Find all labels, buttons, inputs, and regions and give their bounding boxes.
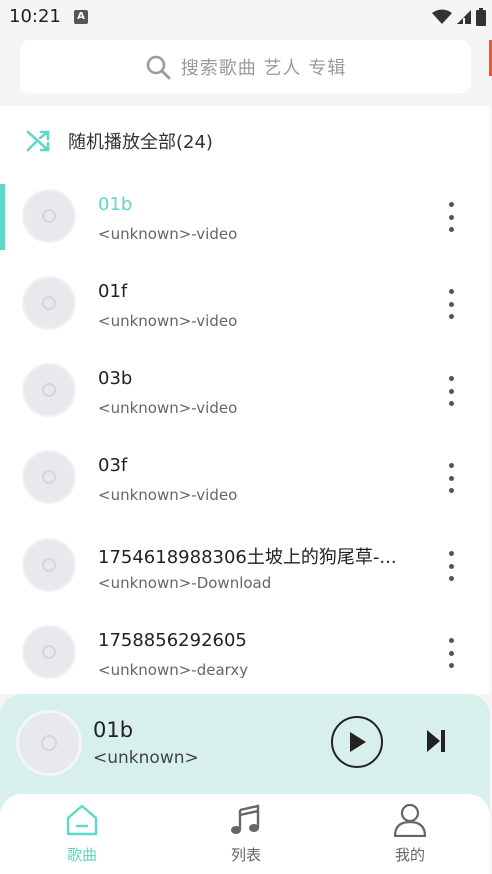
album-art bbox=[22, 276, 76, 330]
song-subtitle: <unknown>-video bbox=[98, 486, 238, 504]
song-item[interactable]: 01f <unknown>-video bbox=[0, 271, 490, 358]
more-options-icon[interactable] bbox=[440, 376, 462, 406]
now-playing-art bbox=[16, 710, 82, 776]
now-playing-artist: <unknown> bbox=[93, 748, 199, 768]
more-options-icon[interactable] bbox=[440, 551, 462, 581]
song-item[interactable]: 01b <unknown>-video bbox=[0, 184, 490, 271]
status-bar: 10:21 A bbox=[0, 0, 492, 34]
search-icon bbox=[145, 54, 171, 80]
search-input[interactable]: 搜索歌曲 艺人 专辑 bbox=[20, 40, 471, 93]
tab-mine-label: 我的 bbox=[394, 846, 425, 864]
album-art bbox=[22, 363, 76, 417]
song-title: 01f bbox=[98, 281, 128, 302]
play-button[interactable] bbox=[331, 716, 383, 768]
status-time: 10:21 bbox=[9, 6, 61, 27]
more-options-icon[interactable] bbox=[440, 463, 462, 493]
song-item[interactable]: 03b <unknown>-video bbox=[0, 358, 490, 445]
song-title: 1758856292605 bbox=[98, 630, 247, 651]
shuffle-icon bbox=[26, 129, 52, 153]
bottom-nav: 歌曲 列表 我的 bbox=[0, 794, 490, 874]
song-item[interactable]: 1754618988306土坡上的狗尾草-... <unknown>-Downl… bbox=[0, 533, 490, 620]
song-subtitle: <unknown>-dearxy bbox=[98, 661, 249, 679]
tab-songs-label: 歌曲 bbox=[66, 846, 97, 864]
signal-icon bbox=[457, 10, 471, 24]
battery-icon bbox=[476, 8, 486, 26]
song-title: 01b bbox=[98, 194, 133, 215]
song-subtitle: <unknown>-video bbox=[98, 225, 238, 243]
search-area: 搜索歌曲 艺人 专辑 bbox=[0, 34, 492, 106]
playing-indicator bbox=[0, 184, 5, 250]
tab-songs[interactable]: 歌曲 bbox=[32, 802, 132, 865]
song-subtitle: <unknown>-video bbox=[98, 399, 238, 417]
tab-list[interactable]: 列表 bbox=[196, 802, 296, 865]
person-icon bbox=[360, 802, 460, 838]
tab-list-label: 列表 bbox=[230, 846, 261, 864]
more-options-icon[interactable] bbox=[440, 289, 462, 319]
album-art bbox=[22, 189, 76, 243]
album-art bbox=[22, 538, 76, 592]
shuffle-all-button[interactable]: 随机播放全部(24) bbox=[0, 106, 490, 176]
song-subtitle: <unknown>-video bbox=[98, 312, 238, 330]
shuffle-label: 随机播放全部(24) bbox=[68, 132, 213, 153]
song-list-panel: 随机播放全部(24) 01b <unknown>-video 01f <unkn… bbox=[0, 106, 490, 694]
song-title: 1754618988306土坡上的狗尾草-... bbox=[98, 547, 397, 568]
song-subtitle: <unknown>-Download bbox=[98, 574, 272, 592]
home-icon bbox=[32, 802, 132, 838]
play-icon bbox=[350, 732, 366, 752]
skip-next-icon bbox=[427, 730, 445, 752]
status-icons bbox=[432, 8, 486, 26]
album-art bbox=[22, 450, 76, 504]
now-playing-title: 01b bbox=[93, 718, 134, 742]
song-title: 03b bbox=[98, 368, 133, 389]
more-options-icon[interactable] bbox=[440, 638, 462, 668]
music-note-icon bbox=[196, 802, 296, 838]
more-options-icon[interactable] bbox=[440, 202, 462, 232]
next-button[interactable] bbox=[425, 728, 447, 754]
notification-icon: A bbox=[74, 10, 88, 24]
search-placeholder: 搜索歌曲 艺人 专辑 bbox=[180, 57, 347, 79]
album-art bbox=[22, 625, 76, 679]
wifi-icon bbox=[432, 9, 452, 24]
song-title: 03f bbox=[98, 455, 128, 476]
tab-mine[interactable]: 我的 bbox=[360, 802, 460, 865]
song-item[interactable]: 03f <unknown>-video bbox=[0, 445, 490, 532]
